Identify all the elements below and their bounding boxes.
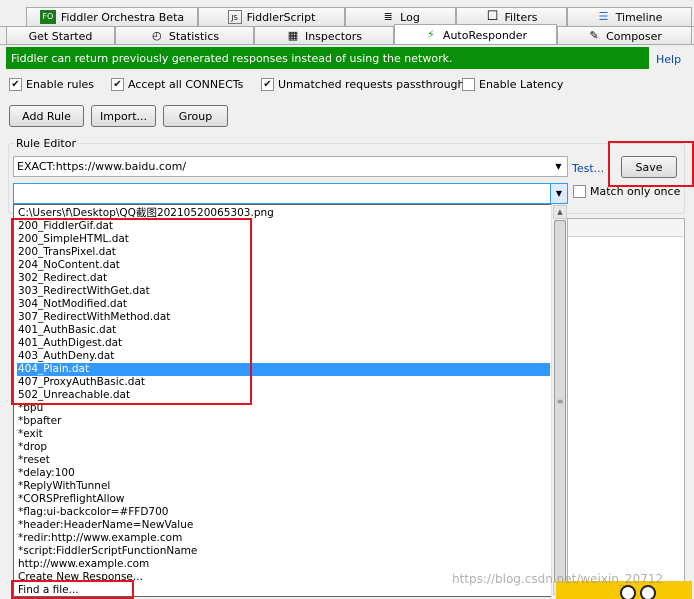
checkbox-label: Unmatched requests passthrough — [278, 78, 465, 91]
response-action-combo[interactable]: ▼ — [13, 183, 568, 204]
dropdown-item[interactable]: *script:FiddlerScriptFunctionName — [17, 545, 550, 558]
chevron-down-icon[interactable]: ▼ — [550, 157, 567, 176]
tab-label: FiddlerScript — [246, 10, 316, 24]
tab-label: Log — [400, 10, 420, 24]
checkbox-label: Enable Latency — [479, 78, 564, 91]
match-condition-combo[interactable]: EXACT:https://www.baidu.com/ ▼ — [13, 156, 568, 177]
checkbox-label: Accept all CONNECTs — [128, 78, 244, 91]
dropdown-item[interactable]: *drop — [17, 441, 550, 454]
tab-fiddler-orchestra[interactable]: FO Fiddler Orchestra Beta — [26, 7, 198, 26]
lightning-icon: ⚡ — [427, 28, 435, 41]
tab-autoresponder[interactable]: ⚡ AutoResponder — [394, 24, 557, 45]
dropdown-item[interactable]: *bpafter — [17, 415, 550, 428]
accept-connects-checkbox[interactable]: Accept all CONNECTs — [111, 78, 243, 91]
filter-checkbox-icon: ☐ — [486, 9, 499, 24]
tab-label: Timeline — [615, 10, 663, 24]
timeline-icon: ☰ — [598, 10, 609, 23]
fo-logo-icon: FO — [39, 10, 56, 24]
test-link[interactable]: Test... — [572, 162, 604, 175]
tab-label: Filters — [504, 10, 538, 24]
group-button[interactable]: Group — [163, 105, 228, 127]
enable-latency-checkbox[interactable]: Enable Latency — [462, 78, 563, 91]
dropdown-item[interactable]: *redir:http://www.example.com — [17, 532, 550, 545]
tab-label: AutoResponder — [442, 28, 528, 42]
checkbox-unchecked-icon — [462, 78, 475, 91]
scrollbar-thumb[interactable]: ≡ — [554, 220, 566, 582]
tab-fiddlerscript[interactable]: JS FiddlerScript — [198, 7, 345, 26]
tab-get-started[interactable]: Get Started — [6, 26, 115, 45]
checkbox-checked-icon — [261, 78, 274, 91]
scroll-up-icon[interactable]: ▲ — [553, 205, 567, 219]
import-button[interactable]: Import... — [91, 105, 156, 127]
chevron-down-icon[interactable]: ▼ — [550, 184, 567, 203]
dropdown-scrollbar[interactable]: ▲ ≡ ▼ — [551, 204, 567, 597]
annotation-box-dat-files — [11, 218, 252, 405]
watermark-text: https://blog.csdn.net/weixin_20712 — [452, 572, 664, 586]
dropdown-item[interactable]: *exit — [17, 428, 550, 441]
stopwatch-icon: ◴ — [152, 29, 162, 42]
rules-list-panel[interactable] — [567, 218, 685, 599]
info-banner: Fiddler can return previously generated … — [6, 47, 649, 69]
tab-label: Get Started — [28, 29, 93, 43]
dropdown-item[interactable]: *CORSPreflightAllow — [17, 493, 550, 506]
tab-label: Statistics — [168, 29, 220, 43]
script-icon: JS — [227, 10, 242, 24]
info-banner-text: Fiddler can return previously generated … — [11, 51, 453, 65]
log-icon: ≣ — [383, 10, 393, 23]
composer-icon: ✎ — [589, 29, 599, 42]
tab-label: Composer — [606, 29, 662, 43]
match-condition-value: EXACT:https://www.baidu.com/ — [17, 160, 187, 173]
help-link[interactable]: Help — [656, 53, 681, 66]
dropdown-item[interactable]: *flag:ui-backcolor=#FFD700 — [17, 506, 550, 519]
dropdown-item[interactable]: http://www.example.com — [17, 558, 550, 571]
checkbox-unchecked-icon — [573, 185, 586, 198]
dropdown-item[interactable]: *header:HeaderName=NewValue — [17, 519, 550, 532]
annotation-box-find-file — [11, 580, 134, 599]
dropdown-item[interactable]: *ReplyWithTunnel — [17, 480, 550, 493]
checkbox-checked-icon — [111, 78, 124, 91]
tab-inspectors[interactable]: ▦ Inspectors — [254, 26, 394, 45]
inspect-icon: ▦ — [287, 29, 299, 42]
enable-rules-checkbox[interactable]: Enable rules — [9, 78, 94, 91]
dropdown-item[interactable]: *reset — [17, 454, 550, 467]
tab-statistics[interactable]: ◴ Statistics — [115, 26, 254, 45]
rule-editor-title: Rule Editor — [14, 137, 78, 150]
rules-list-header — [568, 219, 684, 237]
tab-label: Inspectors — [304, 29, 363, 43]
checkbox-label: Enable rules — [26, 78, 95, 91]
tab-composer[interactable]: ✎ Composer — [557, 26, 692, 45]
tab-timeline[interactable]: ☰ Timeline — [567, 7, 692, 26]
dropdown-item[interactable]: *delay:100 — [17, 467, 550, 480]
checkbox-checked-icon — [9, 78, 22, 91]
tab-label: Fiddler Orchestra Beta — [60, 10, 185, 24]
unmatched-passthrough-checkbox[interactable]: Unmatched requests passthrough — [261, 78, 465, 91]
add-rule-button[interactable]: Add Rule — [9, 105, 84, 127]
annotation-box-save — [608, 141, 694, 187]
